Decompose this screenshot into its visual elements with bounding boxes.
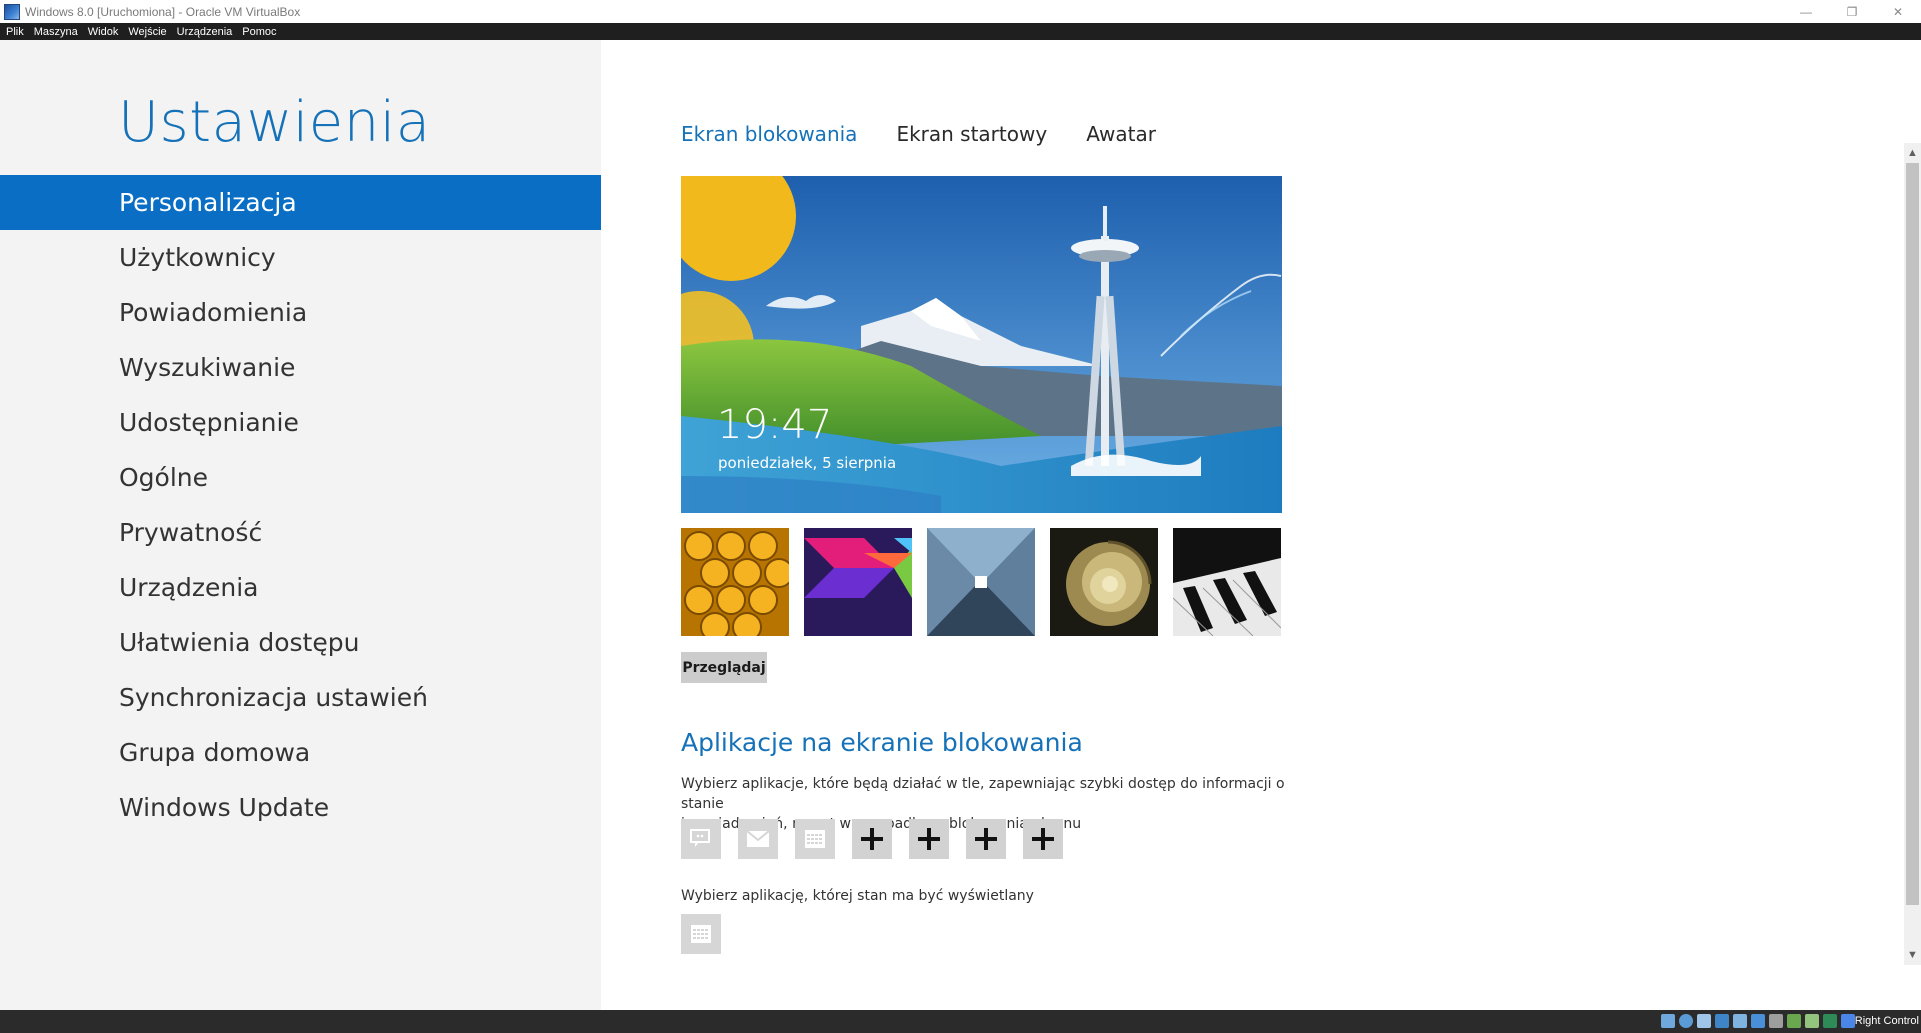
guest-screen: Ustawienia Personalizacja Użytkownicy Po… bbox=[0, 40, 1921, 1010]
lock-screen-apps-heading: Aplikacje na ekranie blokowania bbox=[681, 728, 1083, 757]
virtualbox-icon bbox=[4, 3, 20, 20]
add-app-slot-2[interactable] bbox=[909, 819, 949, 859]
menu-maszyna[interactable]: Maszyna bbox=[34, 26, 78, 38]
mouse-integration-icon[interactable] bbox=[1805, 1014, 1819, 1028]
messaging-icon bbox=[690, 829, 710, 847]
add-app-slot-1[interactable] bbox=[852, 819, 892, 859]
status-app-slot-calendar[interactable] bbox=[681, 914, 721, 954]
menu-urzadzenia[interactable]: Urządzenia bbox=[177, 26, 233, 38]
arrow-down-icon[interactable] bbox=[1841, 1014, 1855, 1028]
nav-item-synchronizacja[interactable]: Synchronizacja ustawień bbox=[0, 670, 601, 725]
cpu-icon[interactable] bbox=[1823, 1014, 1837, 1028]
plus-icon bbox=[1032, 828, 1054, 850]
host-titlebar: Windows 8.0 [Uruchomiona] - Oracle VM Vi… bbox=[0, 0, 1921, 23]
window-title: Windows 8.0 [Uruchomiona] - Oracle VM Vi… bbox=[25, 4, 301, 19]
status-indicators bbox=[1657, 1014, 1855, 1028]
menu-pomoc[interactable]: Pomoc bbox=[242, 26, 276, 38]
status-app-description: Wybierz aplikację, której stan ma być wy… bbox=[681, 888, 1034, 904]
tab-ekran-blokowania[interactable]: Ekran blokowania bbox=[681, 122, 857, 146]
nav-item-prywatnosc[interactable]: Prywatność bbox=[0, 505, 601, 560]
close-button[interactable]: ✕ bbox=[1875, 0, 1921, 23]
calendar-icon bbox=[805, 830, 825, 848]
tab-ekran-startowy[interactable]: Ekran startowy bbox=[896, 122, 1047, 146]
add-app-slot-3[interactable] bbox=[966, 819, 1006, 859]
scroll-thumb[interactable] bbox=[1906, 163, 1919, 905]
window-controls: — ❐ ✕ bbox=[1783, 0, 1921, 23]
host-key-label: Right Control bbox=[1854, 1015, 1919, 1027]
wallpaper-thumbnails bbox=[681, 528, 1296, 636]
tab-bar: Ekran blokowania Ekran startowy Awatar bbox=[681, 122, 1195, 146]
nav-item-windows-update[interactable]: Windows Update bbox=[0, 780, 601, 835]
host-menubar: Plik Maszyna Widok Wejście Urządzenia Po… bbox=[0, 23, 1921, 40]
thumbnail-colorful-shapes[interactable] bbox=[804, 528, 912, 636]
hard-disk-icon[interactable] bbox=[1661, 1014, 1675, 1028]
plus-icon bbox=[975, 828, 997, 850]
thumbnail-honeycomb[interactable] bbox=[681, 528, 789, 636]
nav-item-personalizacja[interactable]: Personalizacja bbox=[0, 175, 601, 230]
thumbnail-piano[interactable] bbox=[1173, 528, 1281, 636]
nav-item-urzadzenia[interactable]: Urządzenia bbox=[0, 560, 601, 615]
thumbnail-nautilus[interactable] bbox=[1050, 528, 1158, 636]
restore-button[interactable]: ❐ bbox=[1829, 0, 1875, 23]
nav-item-udostepnianie[interactable]: Udostępnianie bbox=[0, 395, 601, 450]
host-statusbar: Right Control bbox=[0, 1010, 1921, 1033]
settings-content: Ekran blokowania Ekran startowy Awatar 1… bbox=[601, 40, 1901, 1010]
nav-item-ulatwienia-dostepu[interactable]: Ułatwienia dostępu bbox=[0, 615, 601, 670]
optical-drive-icon[interactable] bbox=[1679, 1014, 1693, 1028]
app-slot-calendar[interactable] bbox=[795, 819, 835, 859]
nav-item-powiadomienia[interactable]: Powiadomienia bbox=[0, 285, 601, 340]
nav-item-uzytkownicy[interactable]: Użytkownicy bbox=[0, 230, 601, 285]
settings-nav: Personalizacja Użytkownicy Powiadomienia… bbox=[0, 175, 601, 835]
settings-sidebar: Ustawienia Personalizacja Użytkownicy Po… bbox=[0, 40, 601, 1010]
thumbnail-tunnel[interactable] bbox=[927, 528, 1035, 636]
scroll-up-arrow-icon[interactable]: ▲ bbox=[1904, 143, 1921, 163]
plus-icon bbox=[918, 828, 940, 850]
audio-icon[interactable] bbox=[1697, 1014, 1711, 1028]
tab-awatar[interactable]: Awatar bbox=[1086, 122, 1156, 146]
nav-item-grupa-domowa[interactable]: Grupa domowa bbox=[0, 725, 601, 780]
scroll-down-arrow-icon[interactable]: ▼ bbox=[1904, 945, 1921, 965]
display-icon[interactable] bbox=[1769, 1014, 1783, 1028]
calendar-icon bbox=[691, 925, 711, 943]
nav-item-wyszukiwanie[interactable]: Wyszukiwanie bbox=[0, 340, 601, 395]
menu-widok[interactable]: Widok bbox=[88, 26, 119, 38]
mail-icon bbox=[747, 831, 769, 847]
description-line-1: Wybierz aplikacje, które będą działać w … bbox=[681, 776, 1285, 812]
shared-folders-icon[interactable] bbox=[1751, 1014, 1765, 1028]
add-app-slot-4[interactable] bbox=[1023, 819, 1063, 859]
nav-item-ogolne[interactable]: Ogólne bbox=[0, 450, 601, 505]
vertical-scrollbar[interactable]: ▲ ▼ bbox=[1904, 143, 1921, 965]
lock-screen-app-slots bbox=[681, 819, 1080, 859]
menu-plik[interactable]: Plik bbox=[6, 26, 24, 38]
lock-screen-preview: 19:47 poniedziałek, 5 sierpnia bbox=[681, 176, 1282, 513]
minimize-button[interactable]: — bbox=[1783, 0, 1829, 23]
video-capture-icon[interactable] bbox=[1787, 1014, 1801, 1028]
plus-icon bbox=[861, 828, 883, 850]
preview-date: poniedziałek, 5 sierpnia bbox=[718, 454, 897, 472]
app-slot-messaging[interactable] bbox=[681, 819, 721, 859]
menu-wejscie[interactable]: Wejście bbox=[128, 26, 166, 38]
page-title: Ustawienia bbox=[118, 90, 431, 155]
usb-icon[interactable] bbox=[1733, 1014, 1747, 1028]
app-slot-mail[interactable] bbox=[738, 819, 778, 859]
preview-time: 19:47 bbox=[717, 402, 833, 448]
browse-button[interactable]: Przeglądaj bbox=[681, 652, 767, 683]
network-icon[interactable] bbox=[1715, 1014, 1729, 1028]
